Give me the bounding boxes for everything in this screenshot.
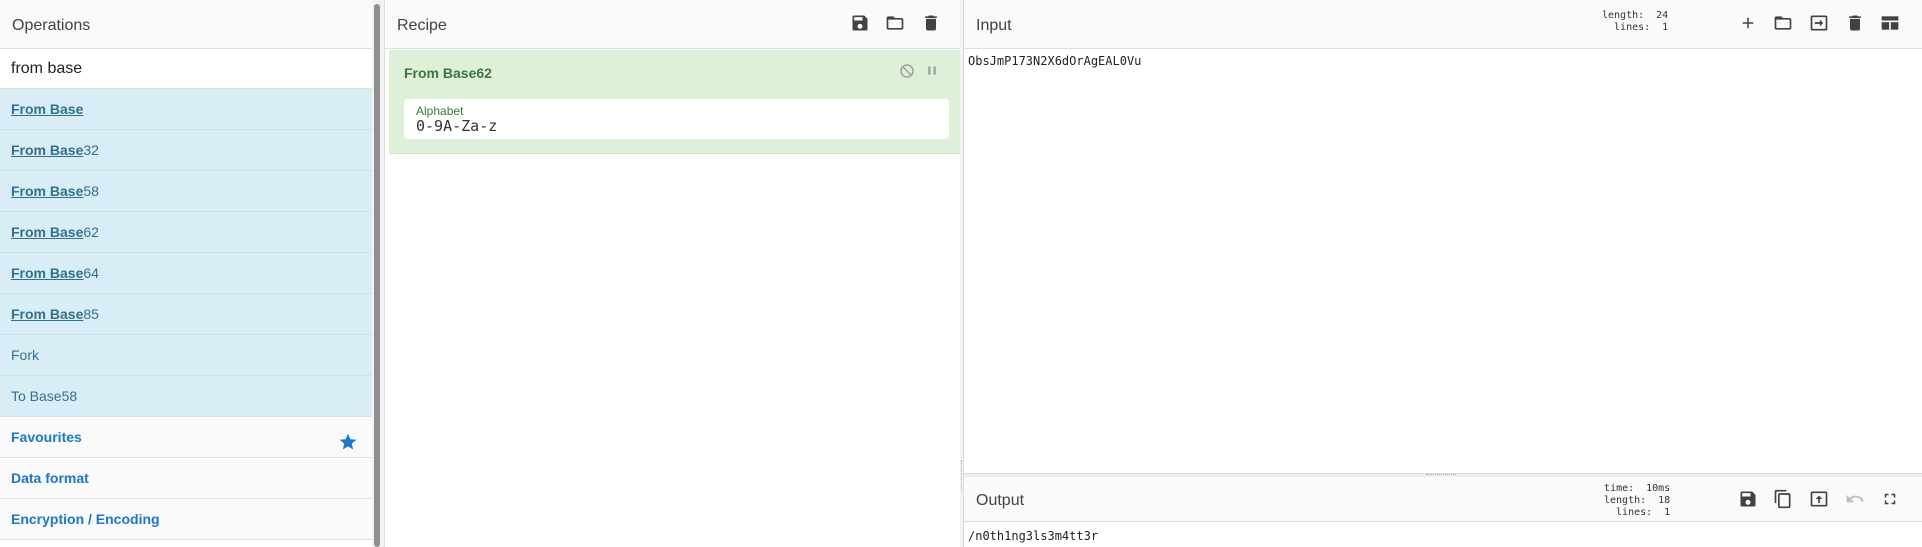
result-match-text: From Base xyxy=(11,142,84,158)
folder-open-icon[interactable] xyxy=(1772,12,1794,34)
operation-result-from-base[interactable]: From Base xyxy=(0,89,372,130)
output-title: Output xyxy=(976,492,1025,509)
output-text-area[interactable]: /n0th1ng3ls3m4tt3r xyxy=(968,529,1098,543)
trash-icon[interactable] xyxy=(1844,12,1866,34)
input-length-label: length: xyxy=(1602,10,1645,21)
operation-result-from-base32[interactable]: From Base32 xyxy=(0,130,372,171)
category-favourites[interactable]: Favourites xyxy=(0,417,372,458)
operation-result-from-base62[interactable]: From Base62 xyxy=(0,212,372,253)
input-text-area[interactable]: ObsJmP173N2X6dOrAgEAL0Vu xyxy=(968,54,1141,68)
operations-header: Operations xyxy=(0,0,372,49)
star-icon[interactable] xyxy=(338,427,358,450)
result-match-text: From Base xyxy=(11,224,84,240)
result-rest-text: 85 xyxy=(83,306,99,322)
import-file-icon[interactable] xyxy=(1808,12,1830,34)
input-stats: length: 24 lines: 1 xyxy=(1602,10,1668,34)
plus-icon[interactable] xyxy=(1737,12,1759,34)
result-match-text: From Base xyxy=(11,101,84,117)
result-rest-text: 58 xyxy=(83,183,99,199)
undo-icon[interactable] xyxy=(1844,488,1866,510)
replace-input-icon[interactable] xyxy=(1808,488,1830,510)
recipe-operation-name: From Base62 xyxy=(404,65,492,81)
pause-icon[interactable] xyxy=(921,60,943,82)
operations-search-input[interactable] xyxy=(0,49,372,88)
input-length-value: 24 xyxy=(1656,10,1669,21)
layout-icon[interactable] xyxy=(1879,12,1901,34)
output-time-label: time: xyxy=(1604,483,1635,494)
recipe-panel: Recipe From Base62 Alphabet 0-9A-Za-z xyxy=(384,0,960,547)
alphabet-argument[interactable]: Alphabet 0-9A-Za-z xyxy=(404,99,949,139)
category-label: Data format xyxy=(11,470,89,486)
input-panel: Input length: 24 lines: 1 ObsJmP173N2X6d… xyxy=(964,0,1922,474)
output-header: Output time: 10ms length: 18 lines: 1 xyxy=(964,477,1922,522)
output-length-value: 18 xyxy=(1658,495,1671,506)
operation-result-fork[interactable]: Fork xyxy=(0,335,372,376)
recipe-header: Recipe xyxy=(385,0,960,49)
folder-open-icon[interactable] xyxy=(884,12,906,34)
operations-scrollbar[interactable] xyxy=(374,4,380,547)
cyberchef-app: Operations From Base From Base32 From Ba… xyxy=(0,0,1922,547)
operation-result-from-base58[interactable]: From Base58 xyxy=(0,171,372,212)
output-panel: Output time: 10ms length: 18 lines: 1 /n… xyxy=(964,477,1922,547)
operations-panel: Operations From Base From Base32 From Ba… xyxy=(0,0,372,547)
save-icon[interactable] xyxy=(1737,488,1759,510)
operation-result-from-base64[interactable]: From Base64 xyxy=(0,253,372,294)
io-panel: Input length: 24 lines: 1 ObsJmP173N2X6d… xyxy=(963,0,1922,547)
result-rest-text: To Base58 xyxy=(11,388,78,404)
input-lines-label: lines: xyxy=(1614,22,1651,33)
category-label: Favourites xyxy=(11,429,82,445)
input-title: Input xyxy=(976,17,1012,34)
copy-icon[interactable] xyxy=(1772,488,1794,510)
operations-results-list: From Base From Base32 From Base58 From B… xyxy=(0,89,372,540)
output-lines-value: 1 xyxy=(1664,507,1671,518)
result-match-text: From Base xyxy=(11,265,84,281)
input-header: Input length: 24 lines: 1 xyxy=(964,0,1922,49)
category-encryption-encoding[interactable]: Encryption / Encoding xyxy=(0,499,372,540)
result-rest-text: Fork xyxy=(11,347,39,363)
output-stats: time: 10ms length: 18 lines: 1 xyxy=(1604,483,1670,519)
category-data-format[interactable]: Data format xyxy=(0,458,372,499)
recipe-title: Recipe xyxy=(397,17,447,34)
alphabet-input[interactable]: 0-9A-Za-z xyxy=(416,117,497,135)
result-match-text: From Base xyxy=(11,306,84,322)
operation-result-from-base85[interactable]: From Base85 xyxy=(0,294,372,335)
result-rest-text: 32 xyxy=(83,142,99,158)
category-label: Encryption / Encoding xyxy=(11,511,160,527)
trash-icon[interactable] xyxy=(920,12,942,34)
output-time-value: 10ms xyxy=(1646,483,1671,494)
input-lines-value: 1 xyxy=(1662,22,1669,33)
resizer-grip xyxy=(1426,474,1456,476)
result-rest-text: 64 xyxy=(83,265,99,281)
output-lines-label: lines: xyxy=(1616,507,1653,518)
result-match-text: From Base xyxy=(11,183,84,199)
result-rest-text: 62 xyxy=(83,224,99,240)
disable-icon[interactable] xyxy=(896,60,918,82)
operations-search xyxy=(0,49,372,89)
operations-title: Operations xyxy=(12,17,91,34)
output-length-label: length: xyxy=(1604,495,1647,506)
recipe-operation-from-base62[interactable]: From Base62 Alphabet 0-9A-Za-z xyxy=(389,50,960,154)
operations-recipe-resizer[interactable] xyxy=(372,0,384,547)
save-icon[interactable] xyxy=(849,12,871,34)
alphabet-label: Alphabet xyxy=(416,104,464,118)
operation-result-to-base58[interactable]: To Base58 xyxy=(0,376,372,417)
maximise-icon[interactable] xyxy=(1879,488,1901,510)
